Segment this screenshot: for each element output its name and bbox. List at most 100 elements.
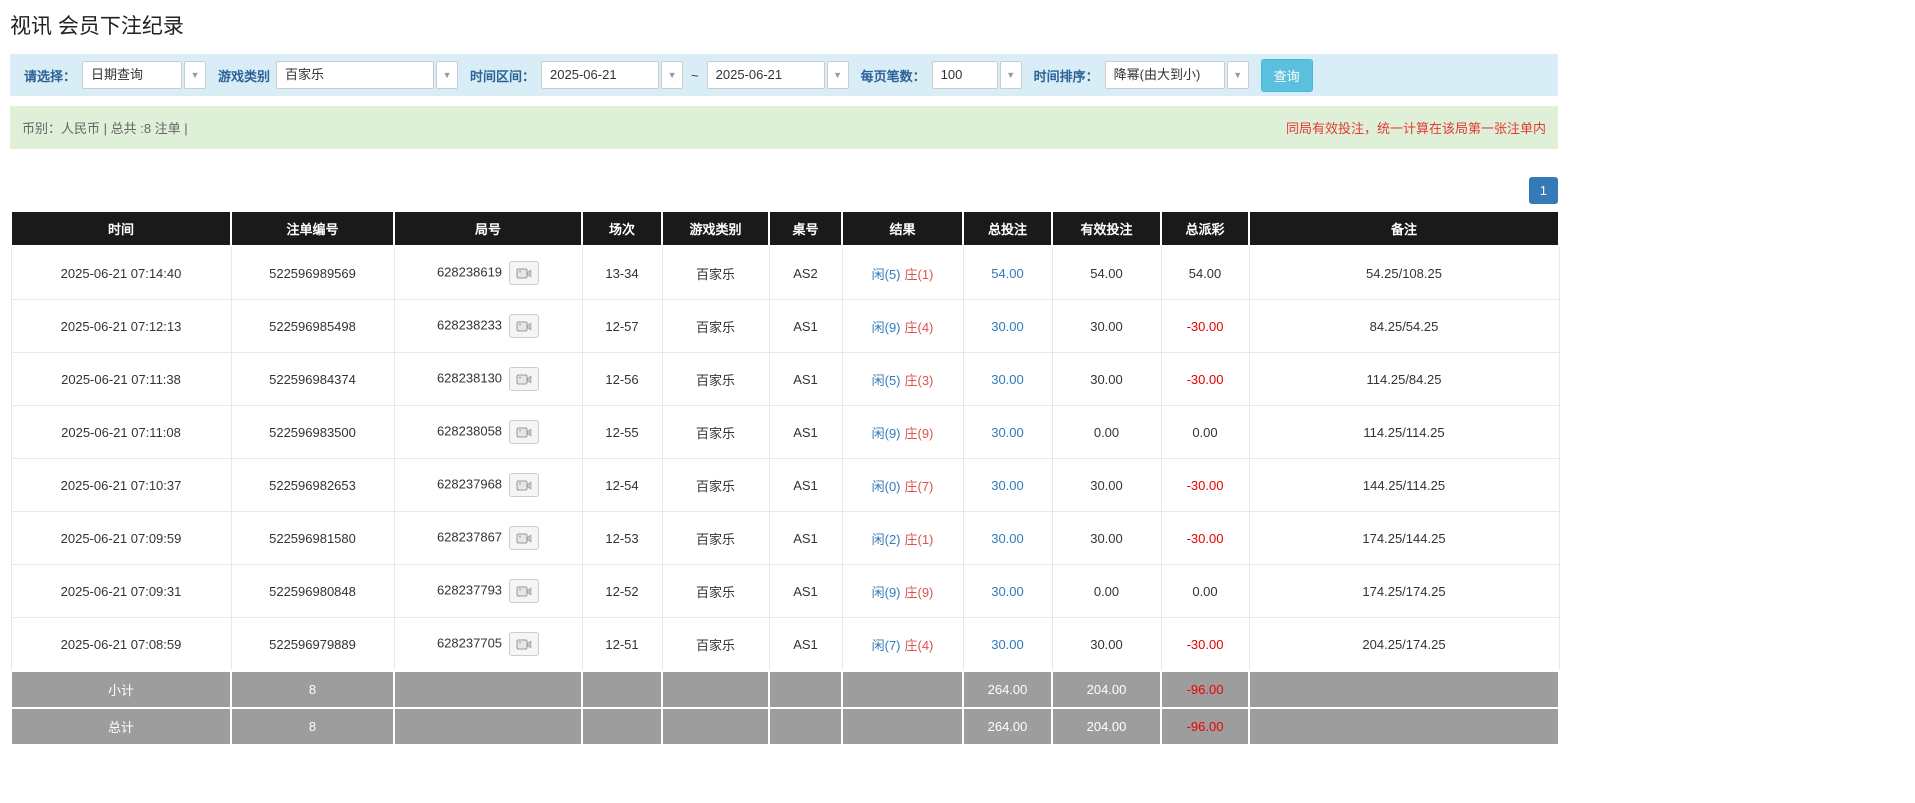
result-player: 闲(9) — [872, 320, 901, 335]
payout-cell: -30.00 — [1161, 512, 1249, 565]
bet-id-cell: 522596979889 — [231, 618, 394, 672]
subtotal-count: 8 — [231, 671, 394, 708]
time-cell: 2025-06-21 07:08:59 — [11, 618, 231, 672]
table-no-cell: AS1 — [769, 618, 842, 672]
payout-cell: 0.00 — [1161, 406, 1249, 459]
chevron-down-icon[interactable]: ▼ — [1000, 61, 1022, 89]
chevron-down-icon[interactable]: ▼ — [1227, 61, 1249, 89]
session-cell: 12-53 — [582, 512, 662, 565]
total-valid-bet: 204.00 — [1052, 708, 1161, 745]
table-row: 2025-06-21 07:08:59 522596979889 6282377… — [11, 618, 1559, 672]
sort-order-dropdown[interactable]: 降幂(由大到小) ▼ — [1105, 61, 1249, 89]
round-id: 628237705 — [437, 635, 502, 650]
header-valid-bet: 有效投注 — [1052, 211, 1161, 246]
total-bet-cell: 30.00 — [963, 406, 1052, 459]
round-id-cell: 628238058 — [394, 406, 582, 459]
date-to-dropdown[interactable]: 2025-06-21 ▼ — [707, 61, 849, 89]
result-player: 闲(5) — [872, 267, 901, 282]
chevron-down-icon[interactable]: ▼ — [436, 61, 458, 89]
total-label: 总计 — [11, 708, 231, 745]
round-id: 628237793 — [437, 582, 502, 597]
total-bet-link[interactable]: 54.00 — [991, 266, 1024, 281]
result-player: 闲(2) — [872, 532, 901, 547]
round-id-cell: 628238619 — [394, 246, 582, 300]
total-bet-link[interactable]: 30.00 — [991, 584, 1024, 599]
subtotal-label: 小计 — [11, 671, 231, 708]
game-type-cell: 百家乐 — [662, 618, 769, 672]
video-replay-button[interactable] — [509, 420, 539, 444]
total-row: 总计 8 264.00 204.00 -96.00 — [11, 708, 1559, 745]
chevron-down-icon[interactable]: ▼ — [827, 61, 849, 89]
date-from-value[interactable]: 2025-06-21 — [541, 61, 659, 89]
page-size-dropdown[interactable]: 100 ▼ — [932, 61, 1022, 89]
video-replay-button[interactable] — [509, 579, 539, 603]
remark-cell: 114.25/114.25 — [1249, 406, 1559, 459]
total-bet-link[interactable]: 30.00 — [991, 425, 1024, 440]
total-bet-cell: 30.00 — [963, 300, 1052, 353]
video-camera-icon — [516, 585, 532, 598]
search-button[interactable]: 查询 — [1261, 59, 1313, 92]
bet-id-cell: 522596981580 — [231, 512, 394, 565]
result-cell: 闲(0)庄(7) — [842, 459, 963, 512]
bet-id-cell: 522596982653 — [231, 459, 394, 512]
chevron-down-icon[interactable]: ▼ — [184, 61, 206, 89]
header-bet-id: 注单编号 — [231, 211, 394, 246]
video-replay-button[interactable] — [509, 526, 539, 550]
payout-cell: -30.00 — [1161, 459, 1249, 512]
payout-cell: -30.00 — [1161, 353, 1249, 406]
sort-order-value[interactable]: 降幂(由大到小) — [1105, 61, 1225, 89]
game-type-value[interactable]: 百家乐 — [276, 61, 434, 89]
bet-id-cell: 522596989569 — [231, 246, 394, 300]
page-size-value[interactable]: 100 — [932, 61, 998, 89]
total-bet-link[interactable]: 30.00 — [991, 478, 1024, 493]
bet-id-cell: 522596985498 — [231, 300, 394, 353]
subtotal-payout: -96.00 — [1161, 671, 1249, 708]
page-1-button[interactable]: 1 — [1529, 177, 1558, 204]
total-bet-link[interactable]: 30.00 — [991, 531, 1024, 546]
payout-cell: -30.00 — [1161, 618, 1249, 672]
select-mode-dropdown[interactable]: 日期查询 ▼ — [82, 61, 206, 89]
video-replay-button[interactable] — [509, 473, 539, 497]
video-replay-button[interactable] — [509, 314, 539, 338]
video-replay-button[interactable] — [509, 632, 539, 656]
date-from-dropdown[interactable]: 2025-06-21 ▼ — [541, 61, 683, 89]
date-to-value[interactable]: 2025-06-21 — [707, 61, 825, 89]
table-row: 2025-06-21 07:11:38 522596984374 6282381… — [11, 353, 1559, 406]
select-mode-value[interactable]: 日期查询 — [82, 61, 182, 89]
table-footer: 小计 8 264.00 204.00 -96.00 总计 8 — [11, 671, 1559, 745]
video-camera-icon — [516, 479, 532, 492]
result-player: 闲(9) — [872, 585, 901, 600]
round-id: 628238130 — [437, 370, 502, 385]
total-bet-link[interactable]: 30.00 — [991, 372, 1024, 387]
round-id: 628237968 — [437, 476, 502, 491]
valid-bet-cell: 30.00 — [1052, 353, 1161, 406]
video-camera-icon — [516, 320, 532, 333]
subtotal-valid-bet: 204.00 — [1052, 671, 1161, 708]
table-no-cell: AS1 — [769, 565, 842, 618]
valid-bet-cell: 30.00 — [1052, 459, 1161, 512]
pagination: 1 — [10, 177, 1558, 204]
video-replay-button[interactable] — [509, 261, 539, 285]
total-payout: -96.00 — [1161, 708, 1249, 745]
valid-bet-cell: 30.00 — [1052, 300, 1161, 353]
total-bet-cell: 30.00 — [963, 618, 1052, 672]
video-replay-button[interactable] — [509, 367, 539, 391]
game-type-dropdown[interactable]: 百家乐 ▼ — [276, 61, 458, 89]
filter-bar: 请选择： 日期查询 ▼ 游戏类别 百家乐 ▼ 时间区间： 2025-06-21 … — [10, 54, 1558, 96]
total-bet-link[interactable]: 30.00 — [991, 637, 1024, 652]
round-id-cell: 628238233 — [394, 300, 582, 353]
result-banker: 庄(9) — [905, 426, 934, 441]
round-id-cell: 628237793 — [394, 565, 582, 618]
valid-bet-cell: 0.00 — [1052, 565, 1161, 618]
bet-id-cell: 522596984374 — [231, 353, 394, 406]
header-total-bet: 总投注 — [963, 211, 1052, 246]
table-no-cell: AS1 — [769, 459, 842, 512]
remark-cell: 114.25/84.25 — [1249, 353, 1559, 406]
total-count: 8 — [231, 708, 394, 745]
valid-bet-cell: 0.00 — [1052, 406, 1161, 459]
valid-bet-cell: 54.00 — [1052, 246, 1161, 300]
total-bet-link[interactable]: 30.00 — [991, 319, 1024, 334]
header-remark: 备注 — [1249, 211, 1559, 246]
chevron-down-icon[interactable]: ▼ — [661, 61, 683, 89]
game-type-cell: 百家乐 — [662, 300, 769, 353]
